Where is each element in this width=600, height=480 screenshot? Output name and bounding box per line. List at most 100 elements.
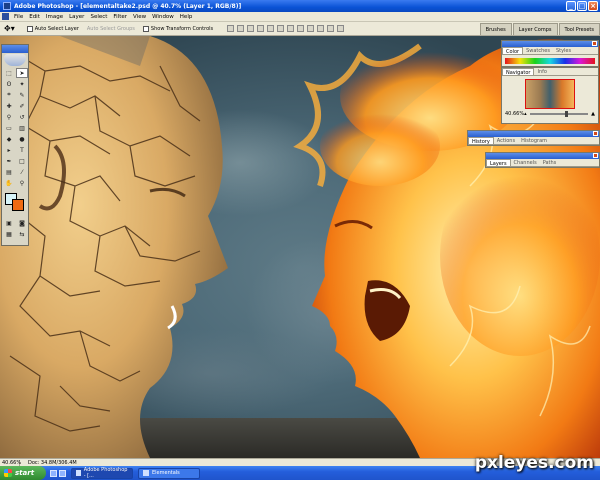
distribute-bottom-icon[interactable]: [307, 25, 315, 32]
move-tool-preset-icon[interactable]: ✥▾: [4, 24, 15, 33]
zoom-out-icon[interactable]: ▴: [524, 111, 527, 117]
background-color-swatch[interactable]: [12, 199, 24, 211]
align-hcenter-icon[interactable]: [267, 25, 275, 32]
toolbox-title-bar[interactable]: [2, 45, 28, 53]
well-tab-brushes[interactable]: Brushes: [479, 23, 512, 35]
well-tab-layer-comps[interactable]: Layer Comps: [512, 23, 558, 35]
quick-mask-mode-icon[interactable]: ◙: [16, 218, 28, 228]
dodge-tool-icon[interactable]: ●: [16, 134, 28, 144]
navigator-zoom-control: 40.66% ▴ ▲: [502, 109, 598, 119]
align-right-icon[interactable]: [277, 25, 285, 32]
menu-file[interactable]: File: [11, 14, 26, 20]
distribute-vcenter-icon[interactable]: [297, 25, 305, 32]
distribute-right-icon[interactable]: [337, 25, 345, 32]
screen-mode-icon[interactable]: ▦: [3, 229, 15, 239]
minimize-button[interactable]: _: [566, 1, 576, 11]
auto-select-layer-option[interactable]: Auto Select Layer: [26, 25, 79, 32]
navigator-zoom-value[interactable]: 40.66%: [505, 111, 524, 117]
quick-launch-desktop-icon[interactable]: [59, 469, 66, 477]
standard-mode-icon[interactable]: ▣: [3, 218, 15, 228]
eyedropper-tool-icon[interactable]: ⁄: [16, 167, 28, 177]
eraser-tool-icon[interactable]: ▭: [3, 123, 15, 133]
toolbox: ⬚ ➤ ʘ ✦ ⌗ ✎ ✚ ✐ ⚲ ↺ ▭ ▥ ◆ ● ▸ T ✒ □ ▤ ⁄ …: [1, 44, 29, 246]
align-vcenter-icon[interactable]: [237, 25, 245, 32]
start-label: start: [15, 469, 35, 477]
adobe-online-icon[interactable]: [4, 54, 26, 66]
distribute-left-icon[interactable]: [317, 25, 325, 32]
brush-tool-icon[interactable]: ✐: [16, 101, 28, 111]
close-icon[interactable]: [593, 131, 598, 136]
tab-paths[interactable]: Paths: [540, 159, 560, 166]
hand-tool-icon[interactable]: ✋: [3, 178, 15, 188]
tab-swatches[interactable]: Swatches: [523, 47, 553, 54]
slice-tool-icon[interactable]: ✎: [16, 90, 28, 100]
close-icon[interactable]: [593, 153, 598, 158]
shape-tool-icon[interactable]: □: [16, 156, 28, 166]
color-spectrum-bar[interactable]: [505, 58, 595, 64]
menu-select[interactable]: Select: [87, 14, 110, 20]
color-panel-title-bar[interactable]: [502, 41, 598, 47]
close-icon[interactable]: [592, 41, 597, 46]
layers-panel-title-bar[interactable]: [486, 153, 599, 159]
show-transform-controls-option[interactable]: Show Transform Controls: [142, 25, 213, 32]
history-brush-tool-icon[interactable]: ↺: [16, 112, 28, 122]
align-buttons: [227, 25, 345, 32]
zoom-slider[interactable]: [529, 111, 589, 117]
taskbar-item-folder[interactable]: Elementals: [138, 467, 200, 479]
quick-launch-browser-icon[interactable]: [50, 469, 57, 477]
tab-actions[interactable]: Actions: [494, 137, 518, 144]
pen-tool-icon[interactable]: ✒: [3, 156, 15, 166]
well-tab-tool-presets[interactable]: Tool Presets: [558, 23, 600, 35]
menu-view[interactable]: View: [130, 14, 149, 20]
history-panel-tabs: History Actions Histogram: [468, 137, 599, 145]
tab-channels[interactable]: Channels: [511, 159, 540, 166]
move-tool-icon[interactable]: ➤: [16, 68, 28, 78]
clone-stamp-tool-icon[interactable]: ⚲: [3, 112, 15, 122]
crop-tool-icon[interactable]: ⌗: [3, 90, 15, 100]
healing-brush-tool-icon[interactable]: ✚: [3, 101, 15, 111]
color-panel-tabs: Color Swatches Styles: [502, 47, 598, 55]
menu-filter[interactable]: Filter: [110, 14, 130, 20]
tab-navigator[interactable]: Navigator: [502, 68, 535, 76]
auto-select-groups-option[interactable]: Auto Select Groups: [87, 26, 135, 32]
zoom-in-icon[interactable]: ▲: [591, 111, 595, 117]
distribute-hcenter-icon[interactable]: [327, 25, 335, 32]
auto-select-layer-checkbox[interactable]: [26, 25, 33, 32]
tab-styles[interactable]: Styles: [553, 47, 574, 54]
tab-layers[interactable]: Layers: [486, 159, 511, 167]
show-transform-controls-checkbox[interactable]: [142, 25, 149, 32]
menu-image[interactable]: Image: [43, 14, 66, 20]
tab-info[interactable]: Info: [534, 68, 549, 75]
align-top-icon[interactable]: [227, 25, 235, 32]
menu-help[interactable]: Help: [177, 14, 196, 20]
history-panel-title-bar[interactable]: [468, 131, 599, 137]
status-zoom[interactable]: 40.66%: [0, 459, 21, 466]
menu-edit[interactable]: Edit: [26, 14, 43, 20]
start-button[interactable]: start: [0, 466, 46, 480]
zoom-tool-icon[interactable]: ⚲: [16, 178, 28, 188]
gradient-tool-icon[interactable]: ▥: [16, 123, 28, 133]
notes-tool-icon[interactable]: ▤: [3, 167, 15, 177]
zoom-slider-handle[interactable]: [564, 111, 568, 117]
close-button[interactable]: ×: [588, 1, 598, 11]
windows-logo-icon: [4, 469, 12, 477]
blur-tool-icon[interactable]: ◆: [3, 134, 15, 144]
magic-wand-tool-icon[interactable]: ✦: [16, 79, 28, 89]
document-icon[interactable]: [2, 13, 9, 20]
taskbar-item-photoshop[interactable]: Adobe Photoshop - [...: [71, 467, 133, 479]
distribute-top-icon[interactable]: [287, 25, 295, 32]
lasso-tool-icon[interactable]: ʘ: [3, 79, 15, 89]
tab-color[interactable]: Color: [502, 47, 524, 55]
align-bottom-icon[interactable]: [247, 25, 255, 32]
marquee-tool-icon[interactable]: ⬚: [3, 68, 15, 78]
path-selection-tool-icon[interactable]: ▸: [3, 145, 15, 155]
maximize-button[interactable]: □: [577, 1, 587, 11]
align-left-icon[interactable]: [257, 25, 265, 32]
type-tool-icon[interactable]: T: [16, 145, 28, 155]
tab-history[interactable]: History: [468, 137, 494, 145]
menu-layer[interactable]: Layer: [66, 14, 87, 20]
menu-window[interactable]: Window: [149, 14, 177, 20]
tab-histogram[interactable]: Histogram: [518, 137, 550, 144]
navigator-thumbnail[interactable]: [525, 79, 575, 109]
jump-to-imageready-icon[interactable]: ⇆: [16, 229, 28, 239]
